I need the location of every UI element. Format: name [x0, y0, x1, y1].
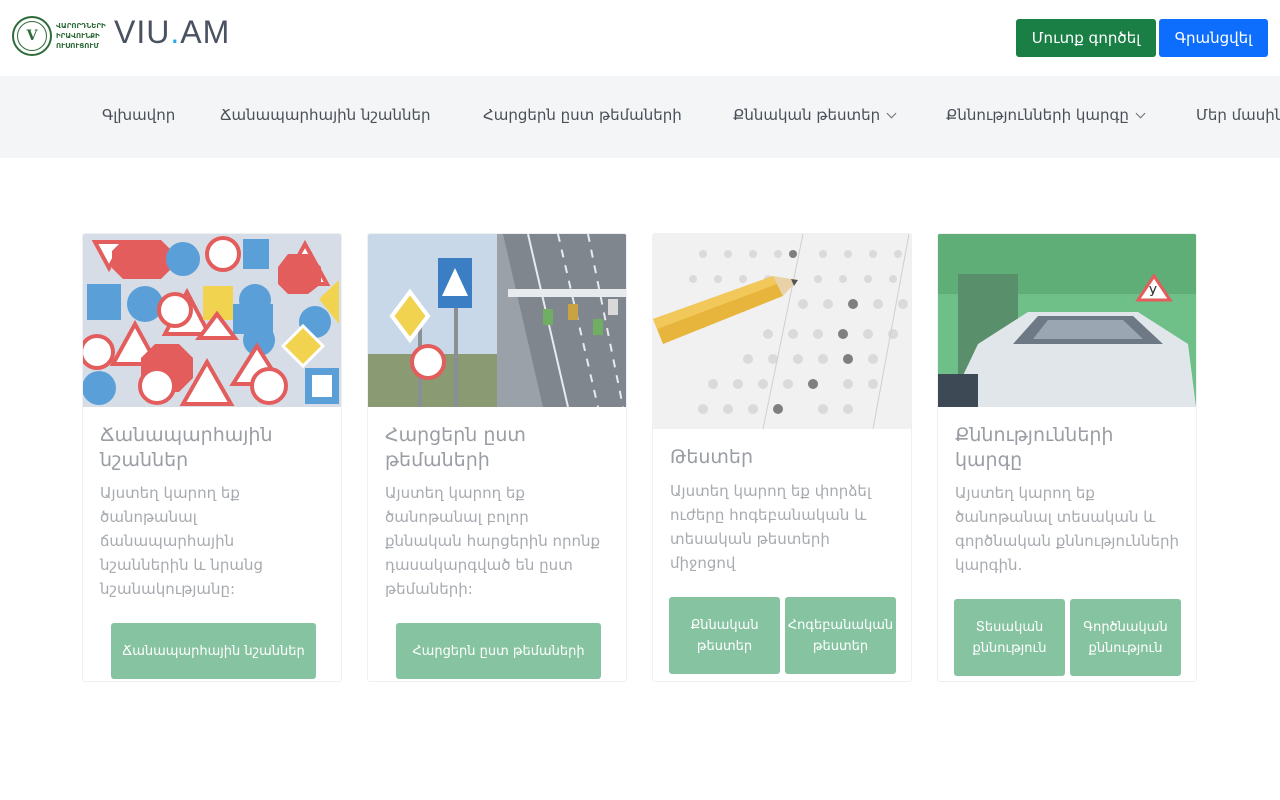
brand-dot: .: [170, 14, 181, 50]
card-title: Քննությունների կարգը: [955, 424, 1114, 471]
nav-item-label: Ճանապարհային նշաններ: [220, 106, 431, 124]
questions-by-topic-image: [368, 234, 626, 407]
card-questions-by-topic: Հարցերն ըստ թեմաների Այստեղ կարող եք ծան…: [367, 233, 627, 682]
nav-item-questions-by-topic[interactable]: Հարցերն ըստ թեմաների: [483, 106, 682, 124]
site-header: V ՎԱՐՈՐԴՆԵՐԻ ԻՐԱՎՈՒՆՔԻ ՈՒՍՈՒՑՈՒՄ VIU.AM …: [0, 0, 1280, 76]
card-road-signs: Ճանապարհային նշաններ Այստեղ կարող եք ծան…: [82, 233, 342, 682]
seal-letter: V: [17, 21, 47, 51]
svg-text:У: У: [1149, 285, 1157, 300]
organization-seal-icon: V: [12, 16, 52, 56]
theoretical-exam-button[interactable]: Տեսական քննություն: [954, 599, 1065, 676]
card-title: Հարցերն ըստ թեմաների: [385, 424, 526, 471]
nav-item-label: Հարցերն ըստ թեմաների: [483, 106, 682, 124]
organization-logo[interactable]: V ՎԱՐՈՐԴՆԵՐԻ ԻՐԱՎՈՒՆՔԻ ՈՒՍՈՒՑՈՒՄ: [12, 16, 118, 56]
card-exam-procedure: У Քննությունների կարգը Այստեղ կարող եք ծ…: [937, 233, 1197, 682]
login-button[interactable]: Մուտք գործել: [1016, 19, 1156, 57]
card-description: Այստեղ կարող եք փորձել ուժերը հոգեբանակա…: [670, 482, 872, 572]
site-brand[interactable]: VIU.AM: [114, 14, 230, 51]
card-title: Թեստեր: [670, 446, 753, 468]
card-description: Այստեղ կարող եք ծանոթանալ տեսական և գործ…: [955, 484, 1180, 574]
nav-item-road-signs[interactable]: Ճանապարհային նշաններ: [220, 106, 431, 124]
road-signs-button[interactable]: Ճանապարհային նշաններ: [111, 623, 316, 679]
nav-item-label: Քննական թեստեր: [733, 106, 881, 124]
questions-by-topic-button[interactable]: Հարցերն ըստ թեմաների: [396, 623, 601, 679]
card-tests: Թեստեր Այստեղ կարող եք փորձել ուժերը հոգ…: [652, 233, 912, 682]
psychological-tests-button[interactable]: Հոգեբանական թեստեր: [785, 597, 896, 674]
register-button[interactable]: Գրանցվել: [1159, 19, 1268, 57]
nav-item-label: Մեր մասին: [1196, 106, 1280, 124]
brand-left: VIU: [114, 14, 171, 50]
exam-tests-button[interactable]: Քննական թեստեր: [669, 597, 780, 674]
card-description: Այստեղ կարող եք ծանոթանալ բոլոր քննական …: [385, 484, 601, 598]
nav-item-about-us[interactable]: Մեր մասին: [1196, 106, 1280, 124]
org-name-line: ՎԱՐՈՐԴՆԵՐԻ: [56, 22, 106, 30]
exam-procedure-image: У: [938, 234, 1196, 407]
main-navigation: Գլխավոր Ճանապարհային նշաններ Հարցերն ըստ…: [0, 76, 1280, 158]
road-signs-image: [83, 234, 341, 407]
chevron-down-icon: [886, 108, 897, 118]
nav-item-exam-procedure[interactable]: Քննությունների կարգը: [946, 106, 1146, 124]
practical-exam-button[interactable]: Գործնական քննություն: [1070, 599, 1181, 676]
card-title: Ճանապարհային նշաններ: [100, 424, 273, 471]
nav-item-label: Քննությունների կարգը: [946, 106, 1129, 124]
nav-item-home[interactable]: Գլխավոր: [102, 106, 175, 124]
chevron-down-icon: [1135, 108, 1146, 118]
org-name-line: ՈՒՍՈՒՑՈՒՄ: [56, 42, 99, 50]
card-description: Այստեղ կարող եք ծանոթանալ ճանապարհային ն…: [100, 484, 263, 598]
nav-item-label: Գլխավոր: [102, 106, 176, 124]
org-name-line: ԻՐԱՎՈՒՆՔԻ: [56, 32, 100, 40]
nav-item-exam-tests[interactable]: Քննական թեստեր: [733, 106, 897, 124]
tests-image: [653, 234, 911, 429]
brand-right: AM: [180, 14, 231, 50]
organization-name: ՎԱՐՈՐԴՆԵՐԻ ԻՐԱՎՈՒՆՔԻ ՈՒՍՈՒՑՈՒՄ: [56, 21, 118, 51]
